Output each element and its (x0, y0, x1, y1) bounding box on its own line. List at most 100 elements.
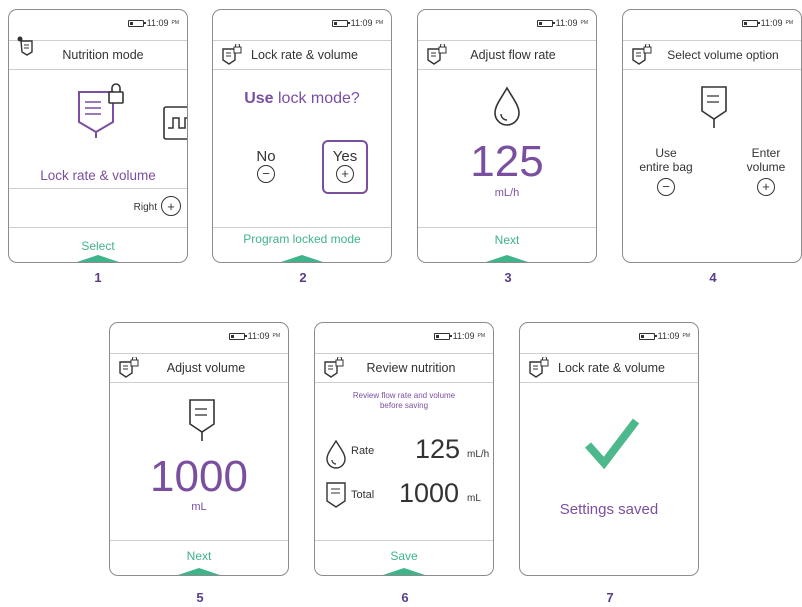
battery-icon (331, 19, 350, 27)
option-enter-volume[interactable]: Enter volume + (733, 146, 799, 196)
step-number-3: 3 (504, 270, 512, 285)
status-bar: 11:09 PM (228, 331, 281, 341)
clock-time: 11:09 (452, 331, 475, 341)
screen-title: Adjust flow rate (470, 48, 556, 62)
screen-header: Adjust flow rate (418, 40, 596, 70)
rate-unit: mL/h (467, 449, 490, 460)
droplet-icon (494, 86, 520, 126)
yes-option[interactable]: Yes + (322, 140, 368, 194)
clock-ampm: PM (580, 20, 589, 26)
option-enter-volume-line1: Enter (751, 146, 781, 160)
battery-icon (536, 19, 555, 27)
screen-adjust-flow-rate: 11:09 PM Adjust flow rate 125 mL/h Next (417, 9, 597, 263)
screen-header: Select volume option (623, 40, 801, 70)
option-entire-bag-line2: entire bag (639, 160, 693, 174)
yes-plus-button[interactable]: + (336, 165, 354, 183)
no-option[interactable]: No − (251, 148, 281, 183)
status-bar: 11:09 PM (433, 331, 485, 341)
screen-footer[interactable]: Select (9, 227, 187, 262)
flow-rate-value: 125 (470, 137, 544, 186)
step-number-1: 1 (94, 270, 102, 285)
screen-header: Nutrition mode (9, 36, 187, 70)
clock-ampm: PM (171, 20, 180, 26)
clock-ampm: PM (272, 333, 281, 339)
checkmark-icon (585, 418, 640, 470)
volume-value: 1000 (150, 452, 248, 501)
clock-time: 11:09 (657, 331, 680, 341)
footer-arrow (483, 255, 531, 262)
next-button[interactable]: Next (418, 233, 596, 247)
total-unit: mL (467, 493, 481, 504)
battery-icon (127, 19, 146, 27)
status-bar: 11:09 PM (741, 18, 794, 28)
step-number-5: 5 (196, 590, 204, 605)
question-bold: Use (244, 90, 274, 107)
rate-value: 125 (415, 434, 461, 464)
clock-time: 11:09 (760, 18, 783, 28)
settings-saved-message: Settings saved (559, 501, 659, 518)
review-note-line1: Review flow rate and volume (352, 391, 456, 400)
status-bar: 11:09 PM (638, 331, 691, 341)
clock-time: 11:09 (146, 18, 169, 28)
step-number-4: 4 (709, 270, 717, 285)
screen-title: Lock rate & volume (251, 48, 358, 62)
screen-footer[interactable]: Next (418, 227, 596, 262)
next-button[interactable]: Next (110, 549, 288, 563)
clock-ampm: PM (785, 20, 794, 26)
status-bar: 11:09 PM (536, 18, 589, 28)
mode-label: Lock rate & volume (40, 168, 156, 183)
screen-footer[interactable]: Next (110, 540, 288, 575)
rate-label: Rate (351, 445, 375, 457)
review-note: Review flow rate and volume before savin… (315, 391, 493, 411)
bag-icon (326, 482, 346, 508)
footer-arrow (278, 255, 326, 262)
total-value: 1000 (399, 478, 460, 508)
screen-adjust-volume: 11:09 PM Adjust volume 1000 mL Next (109, 322, 289, 576)
select-button[interactable]: Select (9, 239, 187, 253)
question-rest: lock mode? (273, 90, 360, 107)
option-entire-bag[interactable]: Use entire bag − (633, 146, 699, 196)
locked-bag-icon (222, 44, 242, 65)
clock-time: 11:09 (350, 18, 373, 28)
screen-header: Lock rate & volume (520, 353, 698, 383)
volume-unit: mL (191, 501, 207, 513)
clock-time: 11:09 (247, 331, 270, 341)
clock-time: 11:09 (555, 18, 578, 28)
screen-review-nutrition: 11:09 PM Review nutrition Review flow rat… (314, 322, 494, 576)
minus-button[interactable]: − (657, 178, 675, 196)
bag-icon (701, 86, 727, 128)
battery-icon (638, 332, 657, 340)
battery-icon (433, 332, 452, 340)
battery-icon (741, 19, 760, 27)
total-label: Total (351, 489, 375, 501)
save-button[interactable]: Save (315, 549, 493, 563)
status-bar: 11:09 PM (127, 18, 180, 28)
status-bar: 11:09 PM (331, 18, 384, 28)
screen-footer[interactable]: Program locked mode (213, 227, 391, 262)
locked-bag-icon[interactable] (71, 80, 131, 140)
no-label: No (256, 148, 276, 165)
screen-header: Review nutrition (315, 353, 493, 383)
plus-button[interactable]: + (757, 178, 775, 196)
right-plus-button[interactable]: + (161, 196, 181, 216)
lock-question: Use lock mode? (213, 90, 391, 108)
battery-icon (228, 332, 247, 340)
program-locked-mode-button[interactable]: Program locked mode (213, 232, 391, 246)
footer-arrow (175, 568, 223, 575)
screen-header: Adjust volume (110, 353, 288, 383)
mode-underline (9, 188, 187, 189)
droplet-icon (326, 439, 346, 469)
screen-footer[interactable]: Save (315, 540, 493, 575)
locked-bag-icon (529, 357, 549, 378)
option-enter-volume-line2: volume (746, 160, 786, 174)
screen-nutrition-mode: 11:09 PM Nutrition mode Lock rate & volum… (8, 9, 188, 263)
screen-title: Adjust volume (166, 361, 246, 375)
step-number-2: 2 (299, 270, 307, 285)
clock-ampm: PM (375, 20, 384, 26)
pulse-mode-icon[interactable] (163, 106, 188, 142)
screen-header: Lock rate & volume (213, 40, 391, 70)
clock-ampm: PM (682, 333, 691, 339)
screen-settings-saved: 11:09 PM Lock rate & volume Settings save… (519, 322, 699, 576)
screen-title: Select volume option (667, 48, 779, 62)
no-minus-button[interactable]: − (257, 165, 275, 183)
